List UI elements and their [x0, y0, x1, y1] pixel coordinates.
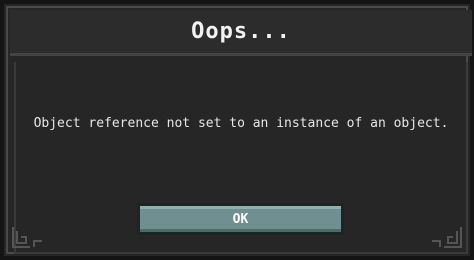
dialog-title: Oops...	[191, 19, 291, 44]
corner-ornament-icon	[12, 227, 42, 248]
error-dialog: Oops... Object reference not set to an i…	[0, 0, 474, 260]
dialog-title-bar: Oops...	[10, 10, 472, 56]
ok-button-label: OK	[232, 211, 249, 227]
error-message: Object reference not set to an instance …	[33, 116, 449, 131]
ok-button[interactable]: OK	[137, 203, 344, 235]
corner-ornament-icon	[432, 227, 462, 248]
